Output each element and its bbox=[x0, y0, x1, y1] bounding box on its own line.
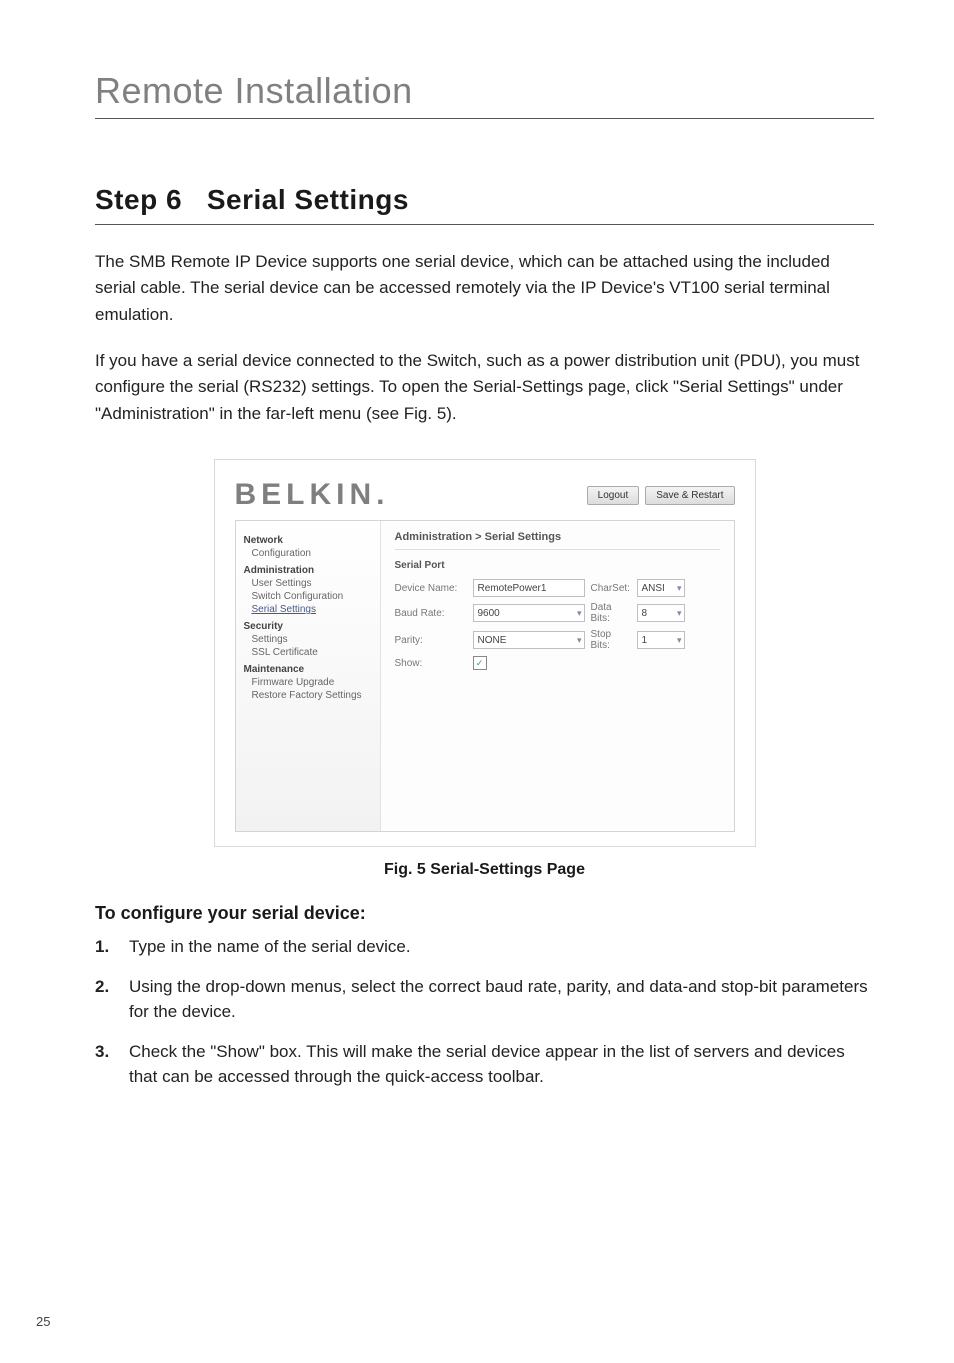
sidebar-item-ssl-certificate[interactable]: SSL Certificate bbox=[252, 647, 372, 658]
figure-5: BELKIN. Logout Save & Restart Network Co… bbox=[214, 459, 756, 847]
baud-rate-select[interactable]: 9600 ▾ bbox=[473, 604, 585, 622]
save-restart-button[interactable]: Save & Restart bbox=[645, 486, 734, 505]
step-divider bbox=[95, 224, 874, 225]
step-2: 2. Using the drop-down menus, select the… bbox=[95, 974, 874, 1025]
figure-caption: Fig. 5 Serial-Settings Page bbox=[95, 861, 874, 879]
stop-bits-label: Stop Bits: bbox=[591, 629, 631, 651]
title-divider bbox=[95, 118, 874, 119]
sidebar-item-user-settings[interactable]: User Settings bbox=[252, 578, 372, 589]
breadcrumb: Administration > Serial Settings bbox=[395, 531, 720, 550]
brand-logo: BELKIN. bbox=[235, 478, 390, 512]
configure-subhead: To configure your serial device: bbox=[95, 903, 874, 924]
main-panel: Administration > Serial Settings Serial … bbox=[381, 521, 734, 831]
step-3: 3. Check the "Show" box. This will make … bbox=[95, 1039, 874, 1090]
step-number: Step 6 bbox=[95, 184, 182, 215]
stop-bits-value: 1 bbox=[642, 635, 648, 646]
page-split-title: Remote Installation bbox=[95, 70, 874, 112]
device-name-input[interactable] bbox=[473, 579, 585, 597]
parity-select[interactable]: NONE ▾ bbox=[473, 631, 585, 649]
stop-bits-select[interactable]: 1 ▾ bbox=[637, 631, 685, 649]
data-bits-value: 8 bbox=[642, 608, 648, 619]
sidebar-item-restore-factory-settings[interactable]: Restore Factory Settings bbox=[252, 690, 372, 701]
sidebar-item-firmware-upgrade[interactable]: Firmware Upgrade bbox=[252, 677, 372, 688]
step-1-text: Type in the name of the serial device. bbox=[129, 934, 411, 960]
parity-label: Parity: bbox=[395, 635, 467, 646]
step-2-text: Using the drop-down menus, select the co… bbox=[129, 974, 874, 1025]
sidebar-group-security: Security bbox=[244, 621, 372, 632]
charset-label: CharSet: bbox=[591, 583, 631, 594]
sidebar-group-administration: Administration bbox=[244, 565, 372, 576]
sidebar-item-switch-configuration[interactable]: Switch Configuration bbox=[252, 591, 372, 602]
chevron-down-icon: ▾ bbox=[577, 608, 582, 619]
paragraph-1: The SMB Remote IP Device supports one se… bbox=[95, 249, 874, 328]
sidebar-group-maintenance: Maintenance bbox=[244, 664, 372, 675]
chevron-down-icon: ▾ bbox=[677, 635, 682, 646]
show-label: Show: bbox=[395, 658, 467, 669]
sidebar: Network Configuration Administration Use… bbox=[236, 521, 381, 831]
baud-rate-value: 9600 bbox=[478, 608, 500, 619]
step-3-number: 3. bbox=[95, 1039, 129, 1090]
step-1: 1. Type in the name of the serial device… bbox=[95, 934, 874, 960]
step-1-number: 1. bbox=[95, 934, 129, 960]
parity-value: NONE bbox=[478, 635, 507, 646]
logout-button[interactable]: Logout bbox=[587, 486, 640, 505]
sidebar-group-network: Network bbox=[244, 535, 372, 546]
step-3-text: Check the "Show" box. This will make the… bbox=[129, 1039, 874, 1090]
baud-rate-label: Baud Rate: bbox=[395, 608, 467, 619]
charset-select[interactable]: ANSI ▾ bbox=[637, 579, 685, 597]
sidebar-item-security-settings[interactable]: Settings bbox=[252, 634, 372, 645]
sidebar-item-configuration[interactable]: Configuration bbox=[252, 548, 372, 559]
data-bits-select[interactable]: 8 ▾ bbox=[637, 604, 685, 622]
chevron-down-icon: ▾ bbox=[677, 608, 682, 619]
step-2-number: 2. bbox=[95, 974, 129, 1025]
step-title: Serial Settings bbox=[207, 184, 409, 215]
step-heading: Step 6 Serial Settings bbox=[95, 184, 874, 216]
sidebar-item-serial-settings[interactable]: Serial Settings bbox=[252, 604, 372, 615]
show-checkbox[interactable]: ✓ bbox=[473, 656, 487, 670]
data-bits-label: Data Bits: bbox=[591, 602, 631, 624]
chevron-down-icon: ▾ bbox=[677, 583, 682, 594]
paragraph-2: If you have a serial device connected to… bbox=[95, 348, 874, 427]
chevron-down-icon: ▾ bbox=[577, 635, 582, 646]
device-name-label: Device Name: bbox=[395, 583, 467, 594]
section-label: Serial Port bbox=[395, 560, 720, 571]
page-number: 25 bbox=[36, 1314, 50, 1329]
charset-value: ANSI bbox=[642, 583, 665, 594]
